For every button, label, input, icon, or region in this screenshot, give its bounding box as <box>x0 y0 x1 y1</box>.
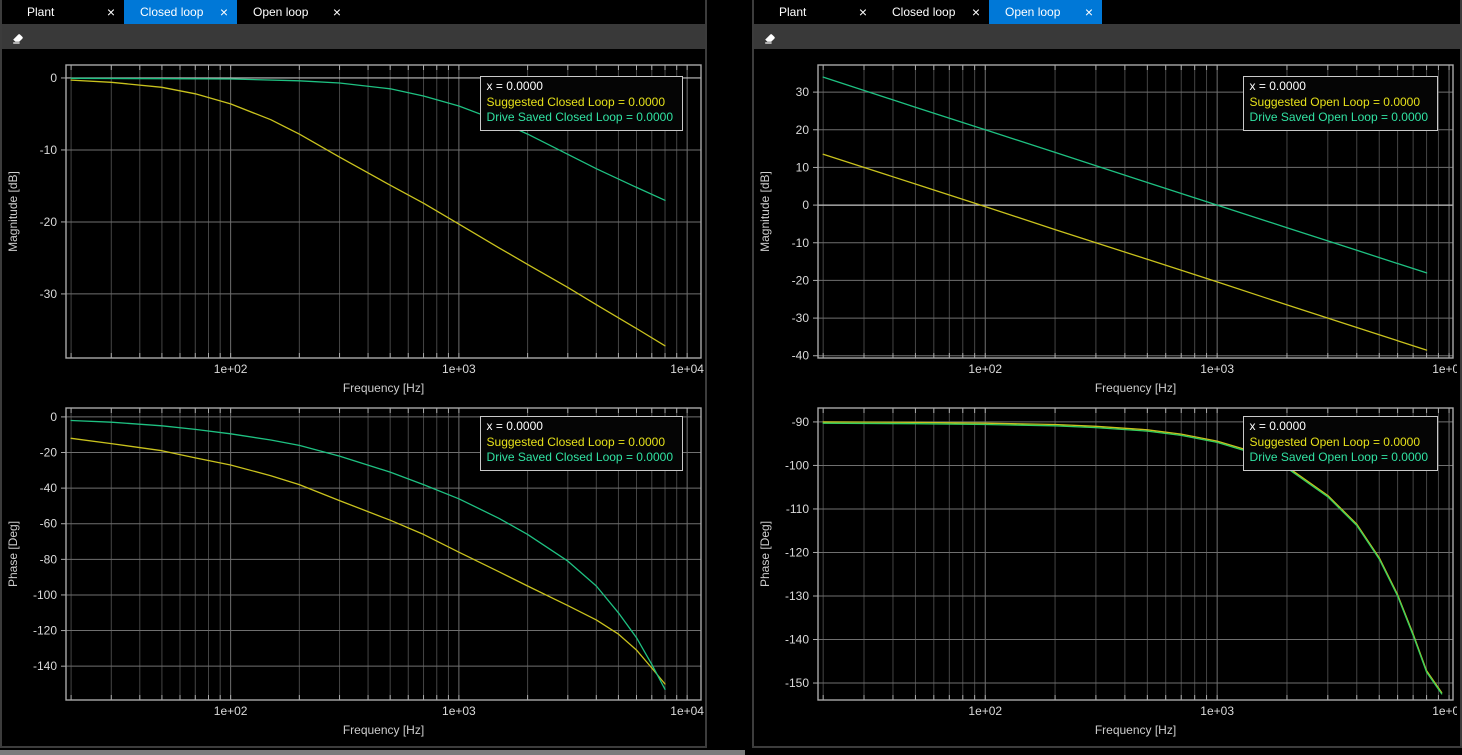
y-tick-label: -150 <box>785 676 809 690</box>
y-tick-label: -90 <box>792 415 810 429</box>
legend-row-drive-saved-closed-loop: Drive Saved Closed Loop = 0.0000 <box>487 450 673 466</box>
eraser-icon <box>11 30 25 44</box>
cursor-legend: x = 0.0000Suggested Open Loop = 0.0000Dr… <box>1243 76 1438 131</box>
tab-closed-loop[interactable]: Closed loop × <box>876 0 989 24</box>
y-tick-label: -20 <box>40 446 58 460</box>
tab-open-loop[interactable]: Open loop × <box>989 0 1102 24</box>
chart-area: 1e+02 1e+03 1e+04 0 -10 -20 -30 Frequency [Hz] M… <box>2 49 705 747</box>
y-tick-label: -140 <box>785 633 809 647</box>
y-axis-title: Magnitude [dB] <box>758 171 772 252</box>
tab-close-icon[interactable]: × <box>107 5 115 19</box>
cursor-legend: x = 0.0000Suggested Open Loop = 0.0000Dr… <box>1243 416 1438 471</box>
toolbar <box>754 24 1460 49</box>
legend-row-cursor-x: x = 0.0000 <box>487 419 673 435</box>
y-tick-label: -20 <box>792 273 810 287</box>
legend-row-cursor-x: x = 0.0000 <box>487 79 673 95</box>
x-tick-label: 1e+03 <box>1200 704 1234 718</box>
tab-closed-loop[interactable]: Closed loop × <box>124 0 237 24</box>
tab-close-icon[interactable]: × <box>1085 5 1093 19</box>
panel-closed-loop: Plant×Closed loop×Open loop× 1e+021e+031… <box>0 0 707 748</box>
y-tick-label: -120 <box>33 624 57 638</box>
x-tick-label: 1e+02 <box>968 704 1002 718</box>
y-tick-label: 20 <box>796 123 810 137</box>
window-bottom-edge <box>0 750 745 755</box>
legend-row-cursor-x: x = 0.0000 <box>1250 79 1428 95</box>
tab-label: Plant <box>27 5 54 19</box>
y-tick-label: -10 <box>40 143 58 157</box>
cursor-legend: x = 0.0000Suggested Closed Loop = 0.0000… <box>480 416 683 471</box>
y-tick-label: 30 <box>796 85 810 99</box>
magnitude-chart: 1e+02 1e+03 1e+04 30 20 10 0 -10 -20 -30 -40 Freque… <box>754 49 1460 397</box>
tab-close-icon[interactable]: × <box>333 5 341 19</box>
legend-row-suggested-closed-loop: Suggested Closed Loop = 0.0000 <box>487 95 673 111</box>
legend-row-drive-saved-closed-loop: Drive Saved Closed Loop = 0.0000 <box>487 110 673 126</box>
y-tick-label: 0 <box>50 410 57 424</box>
legend-row-drive-saved-open-loop: Drive Saved Open Loop = 0.0000 <box>1250 110 1428 126</box>
tab-bar: Plant × Closed loop × Open loop × <box>754 0 1460 24</box>
magnitude-chart: 1e+02 1e+03 1e+04 0 -10 -20 -30 Frequency [Hz] M… <box>2 49 705 397</box>
y-axis-title: Magnitude [dB] <box>6 171 20 252</box>
y-tick-label: -130 <box>785 589 809 603</box>
clear-cursors-button[interactable] <box>761 28 779 46</box>
x-tick-label: 1e+03 <box>442 362 476 376</box>
y-tick-label: -10 <box>792 236 810 250</box>
legend-row-cursor-x: x = 0.0000 <box>1250 419 1428 435</box>
x-tick-label: 1e+04 <box>1432 704 1457 718</box>
x-axis-title: Frequency [Hz] <box>1095 723 1176 737</box>
tab-bar: Plant × Closed loop × Open loop × <box>2 0 705 24</box>
clear-cursors-button[interactable] <box>9 28 27 46</box>
tab-open-loop[interactable]: Open loop × <box>237 0 350 24</box>
y-tick-label: -60 <box>40 517 58 531</box>
x-tick-label: 1e+04 <box>670 704 704 718</box>
x-axis-title: Frequency [Hz] <box>343 381 424 395</box>
phase-chart: 1e+02 1e+03 1e+04 0 -20 -40 -60 -80 -100 -120 -140… <box>2 397 705 747</box>
y-tick-label: -30 <box>40 287 58 301</box>
y-tick-label: 0 <box>802 198 809 212</box>
app-window: Plant×Closed loop×Open loop× 1e+021e+031… <box>0 0 1462 755</box>
x-tick-label: 1e+02 <box>214 362 248 376</box>
tab-close-icon[interactable]: × <box>972 5 980 19</box>
y-tick-label: -110 <box>786 502 809 516</box>
phase-chart: 1e+02 1e+03 1e+04 -90 -100 -110 -120 -130 -140 -1… <box>754 397 1460 747</box>
tab-label: Open loop <box>253 5 308 19</box>
y-tick-label: -40 <box>40 481 58 495</box>
x-tick-label: 1e+04 <box>1432 362 1457 376</box>
x-tick-label: 1e+03 <box>1200 362 1234 376</box>
x-tick-label: 1e+02 <box>968 362 1002 376</box>
legend-row-drive-saved-open-loop: Drive Saved Open Loop = 0.0000 <box>1250 450 1428 466</box>
tab-plant[interactable]: Plant × <box>763 0 876 24</box>
legend-row-suggested-open-loop: Suggested Open Loop = 0.0000 <box>1250 435 1428 451</box>
y-tick-label: -30 <box>792 311 810 325</box>
y-tick-label: -140 <box>33 659 57 673</box>
x-axis-title: Frequency [Hz] <box>343 723 424 737</box>
tab-label: Open loop <box>1005 5 1060 19</box>
tab-label: Closed loop <box>140 5 203 19</box>
y-tick-label: -40 <box>792 349 810 363</box>
y-axis-title: Phase [Deg] <box>6 521 20 587</box>
y-tick-label: -100 <box>785 458 809 472</box>
x-tick-label: 1e+02 <box>214 704 248 718</box>
y-tick-label: -80 <box>40 552 58 566</box>
toolbar <box>2 24 705 49</box>
y-tick-label: -100 <box>33 588 57 602</box>
y-tick-label: 10 <box>796 160 810 174</box>
tab-close-icon[interactable]: × <box>859 5 867 19</box>
legend-row-suggested-open-loop: Suggested Open Loop = 0.0000 <box>1250 95 1428 111</box>
x-tick-label: 1e+03 <box>442 704 476 718</box>
legend-row-suggested-closed-loop: Suggested Closed Loop = 0.0000 <box>487 435 673 451</box>
cursor-legend: x = 0.0000Suggested Closed Loop = 0.0000… <box>480 76 683 131</box>
y-tick-label: -20 <box>40 215 58 229</box>
chart-area: 1e+02 1e+03 1e+04 30 20 10 0 -10 -20 -30 -40 Freque… <box>754 49 1460 747</box>
x-tick-label: 1e+04 <box>670 362 704 376</box>
y-axis-title: Phase [Deg] <box>758 521 772 587</box>
tab-plant[interactable]: Plant × <box>11 0 124 24</box>
x-axis-title: Frequency [Hz] <box>1095 381 1176 395</box>
y-tick-label: -120 <box>785 545 809 559</box>
tab-label: Closed loop <box>892 5 955 19</box>
y-tick-label: 0 <box>50 71 57 85</box>
tab-close-icon[interactable]: × <box>220 5 228 19</box>
tab-label: Plant <box>779 5 806 19</box>
panel-open-loop: Plant×Closed loop×Open loop× 1e+021e+031… <box>752 0 1462 748</box>
eraser-icon <box>763 30 777 44</box>
